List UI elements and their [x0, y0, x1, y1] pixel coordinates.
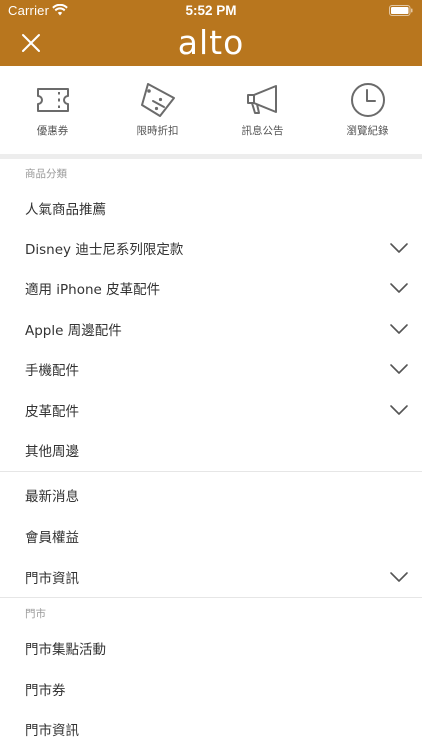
menu-item-member-benefits[interactable]: 會員權益 — [0, 516, 422, 556]
status-bar: Carrier 5:52 PM — [0, 0, 422, 22]
quick-action-flash-discount[interactable]: 限時折扣 — [105, 66, 210, 154]
chevron-down-icon — [390, 243, 408, 253]
app-header: Carrier 5:52 PM alto — [0, 0, 422, 66]
chevron-down-icon — [390, 283, 408, 293]
menu-item-label: 手機配件 — [25, 363, 79, 379]
menu-item-label: 皮革配件 — [25, 404, 79, 420]
discount-tag-icon — [141, 83, 175, 117]
menu-item-label: 門市資訊 — [25, 571, 79, 587]
menu-item-label: 門市資訊 — [25, 723, 79, 739]
chevron-down-icon — [390, 364, 408, 374]
clock-history-icon — [351, 83, 385, 117]
menu-item-popular[interactable]: 人氣商品推薦 — [0, 188, 422, 228]
menu-item-label: 會員權益 — [25, 530, 79, 546]
menu-item-disney[interactable]: Disney 迪士尼系列限定款 — [0, 228, 422, 268]
quick-action-announcements[interactable]: 訊息公告 — [210, 66, 315, 154]
coupon-ticket-icon — [37, 88, 69, 112]
section-divider — [0, 597, 422, 598]
brand-logo: alto — [177, 23, 245, 62]
menu-item-label: 人氣商品推薦 — [25, 202, 106, 218]
menu-item-label: 最新消息 — [25, 489, 79, 505]
quick-action-history[interactable]: 瀏覽紀錄 — [315, 66, 420, 154]
menu-item-iphone-leather[interactable]: 適用 iPhone 皮革配件 — [0, 268, 422, 308]
menu-item-label: 適用 iPhone 皮革配件 — [25, 282, 161, 298]
menu-item-store-info[interactable]: 門市資訊 — [0, 557, 422, 597]
menu-item-store-coupons[interactable]: 門市券 — [0, 669, 422, 709]
section-header-store: 門市 — [25, 608, 46, 620]
menu-item-store-points[interactable]: 門市集點活動 — [0, 628, 422, 668]
chevron-down-icon — [390, 324, 408, 334]
megaphone-icon — [247, 85, 277, 114]
menu-item-apple-accessories[interactable]: Apple 周邊配件 — [0, 309, 422, 349]
menu-item-label: 門市集點活動 — [25, 642, 106, 658]
menu-item-store-info-2[interactable]: 門市資訊 — [0, 709, 422, 749]
section-divider — [0, 471, 422, 472]
menu-item-label: Disney 迪士尼系列限定款 — [25, 242, 184, 258]
menu-item-label: Apple 周邊配件 — [25, 323, 122, 339]
section-divider — [0, 154, 422, 159]
menu-item-phone-accessories[interactable]: 手機配件 — [0, 349, 422, 389]
menu-screen: Carrier 5:52 PM alto 優惠券 限時折扣 訊息公告 瀏覽紀錄 … — [0, 0, 422, 750]
quick-action-label: 瀏覽紀錄 — [346, 125, 389, 137]
quick-actions: 優惠券 限時折扣 訊息公告 瀏覽紀錄 — [0, 66, 422, 154]
quick-action-coupons[interactable]: 優惠券 — [0, 66, 105, 154]
quick-action-label: 訊息公告 — [241, 125, 284, 137]
menu-item-leather-accessories[interactable]: 皮革配件 — [0, 390, 422, 430]
menu-item-news[interactable]: 最新消息 — [0, 475, 422, 515]
battery-icon — [389, 5, 413, 16]
quick-action-label: 限時折扣 — [136, 125, 179, 137]
chevron-down-icon — [390, 572, 408, 582]
clock: 5:52 PM — [185, 3, 237, 18]
menu-item-label: 門市券 — [25, 683, 66, 699]
menu-item-other[interactable]: 其他周邊 — [0, 430, 422, 470]
chevron-down-icon — [390, 405, 408, 415]
section-header-categories: 商品分類 — [25, 168, 67, 180]
menu-item-label: 其他周邊 — [25, 444, 79, 460]
quick-action-label: 優惠券 — [36, 125, 69, 137]
